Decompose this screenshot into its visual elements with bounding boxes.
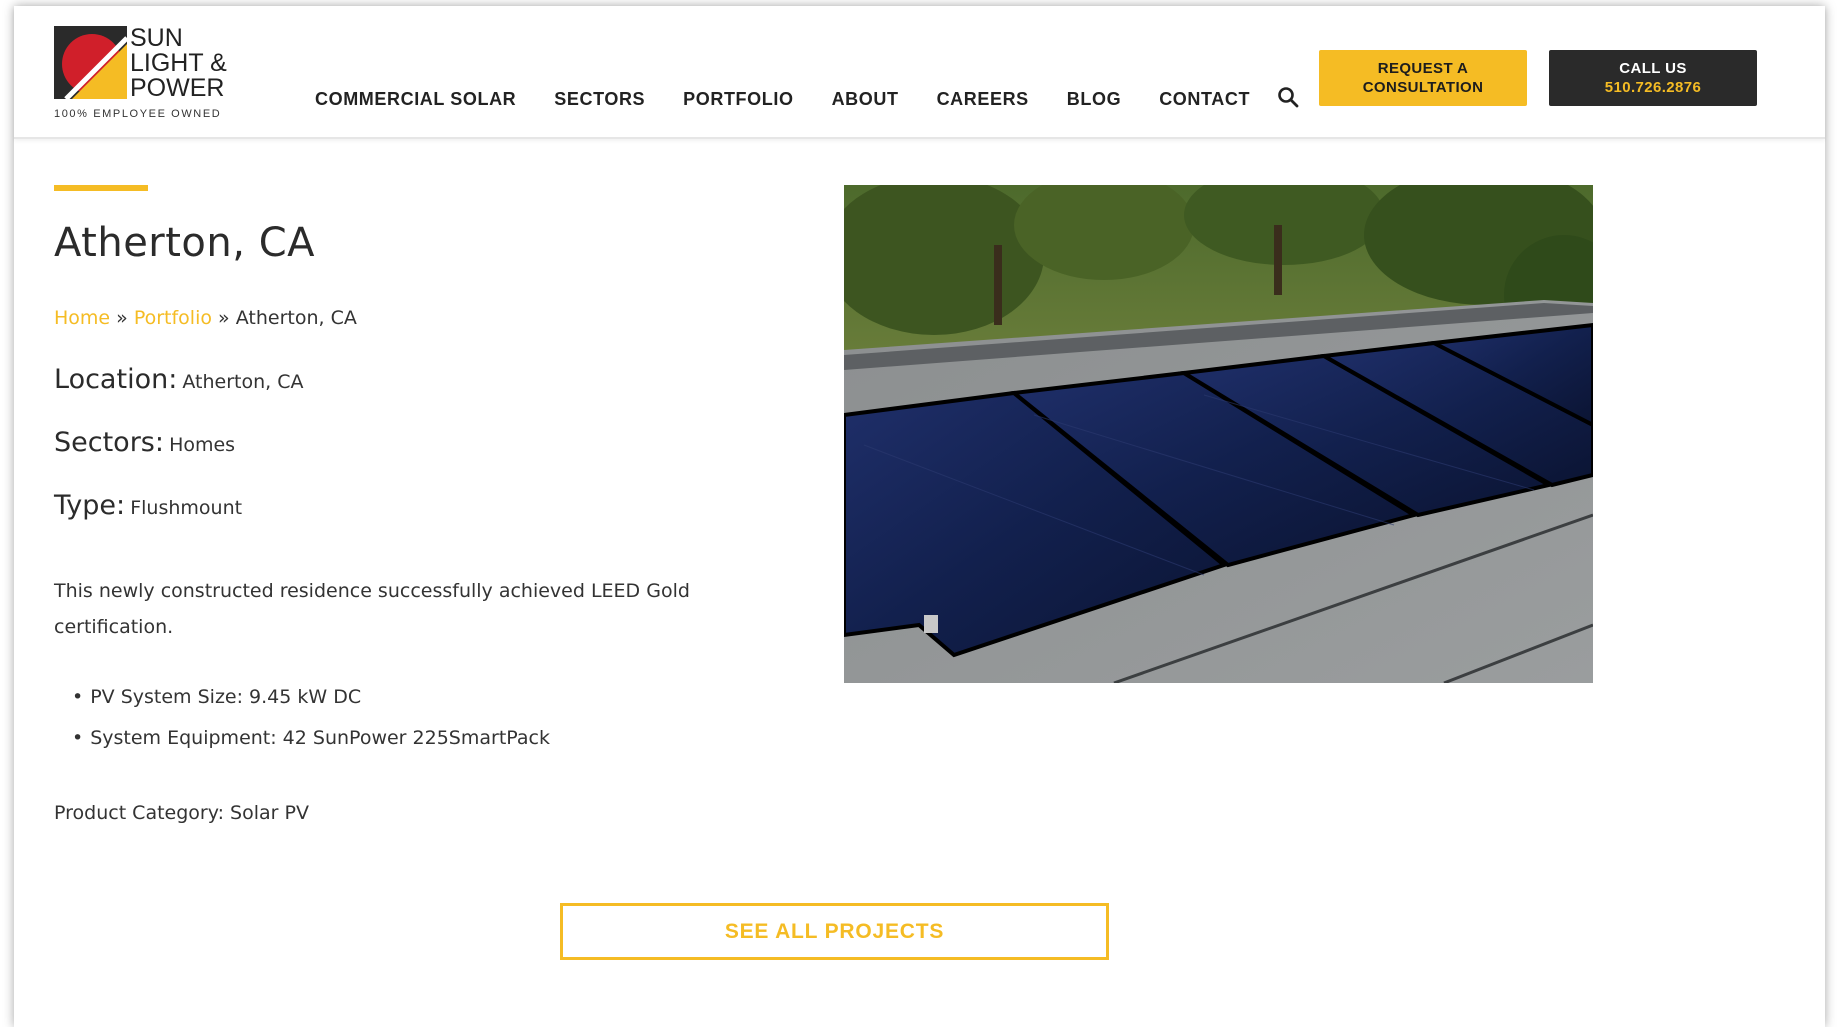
solar-panel-roof-image [844,185,1593,683]
logo-line-3: POWER [130,74,225,102]
logo[interactable]: SUN LIGHT & POWER 100% EMPLOYEE OWNED [54,26,254,126]
see-all-projects-button[interactable]: SEE ALL PROJECTS [560,903,1109,960]
type-row: Type: Flushmount [54,490,242,521]
search-icon[interactable] [1277,86,1299,108]
breadcrumb: Home » Portfolio » Atherton, CA [54,307,357,329]
nav-item-sectors[interactable]: SECTORS [554,89,645,110]
request-consultation-button[interactable]: REQUEST A CONSULTATION [1319,50,1527,106]
sectors-row: Sectors: Homes [54,427,235,458]
breadcrumb-current: Atherton, CA [235,307,357,329]
location-value: Atherton, CA [182,371,304,393]
type-label: Type: [54,490,126,521]
breadcrumb-home-link[interactable]: Home [54,307,110,329]
breadcrumb-separator: » [218,307,230,329]
project-photo [844,185,1593,683]
logo-line-1: SUN [130,24,183,52]
sectors-value: Homes [169,434,236,456]
main-nav: COMMERCIAL SOLAR SECTORS PORTFOLIO ABOUT… [315,89,1288,110]
nav-item-blog[interactable]: BLOG [1067,89,1121,110]
list-item: System Equipment: 42 SunPower 225SmartPa… [72,727,550,768]
breadcrumb-portfolio-link[interactable]: Portfolio [134,307,212,329]
consult-line-1: REQUEST A [1377,60,1469,77]
call-phone-number: 510.726.2876 [1604,79,1702,96]
site-header: SUN LIGHT & POWER 100% EMPLOYEE OWNED CO… [14,6,1825,139]
project-description: This newly constructed residence success… [54,580,690,638]
page: SUN LIGHT & POWER 100% EMPLOYEE OWNED CO… [14,6,1825,1027]
spec-list: PV System Size: 9.45 kW DC System Equipm… [72,686,550,768]
nav-item-commercial-solar[interactable]: COMMERCIAL SOLAR [315,89,516,110]
sectors-label: Sectors: [54,427,164,458]
location-row: Location: Atherton, CA [54,364,304,395]
list-item: PV System Size: 9.45 kW DC [72,686,550,727]
logo-tagline: 100% EMPLOYEE OWNED [54,108,222,120]
product-category: Product Category: Solar PV [54,802,309,824]
type-value: Flushmount [130,497,243,519]
page-title: Atherton, CA [54,220,315,266]
nav-item-portfolio[interactable]: PORTFOLIO [683,89,793,110]
call-line-1: CALL US [1619,60,1687,77]
nav-item-careers[interactable]: CAREERS [937,89,1029,110]
title-accent-bar [54,185,148,191]
nav-item-contact[interactable]: CONTACT [1159,89,1250,110]
consult-line-2: CONSULTATION [1362,79,1484,96]
logo-line-2: LIGHT & [130,49,227,77]
breadcrumb-separator: » [116,307,128,329]
nav-item-about[interactable]: ABOUT [832,89,899,110]
logo-wordmark: SUN LIGHT & POWER [130,26,227,101]
call-us-button[interactable]: CALL US 510.726.2876 [1549,50,1757,106]
logo-mark-icon [54,26,127,99]
location-label: Location: [54,364,178,395]
